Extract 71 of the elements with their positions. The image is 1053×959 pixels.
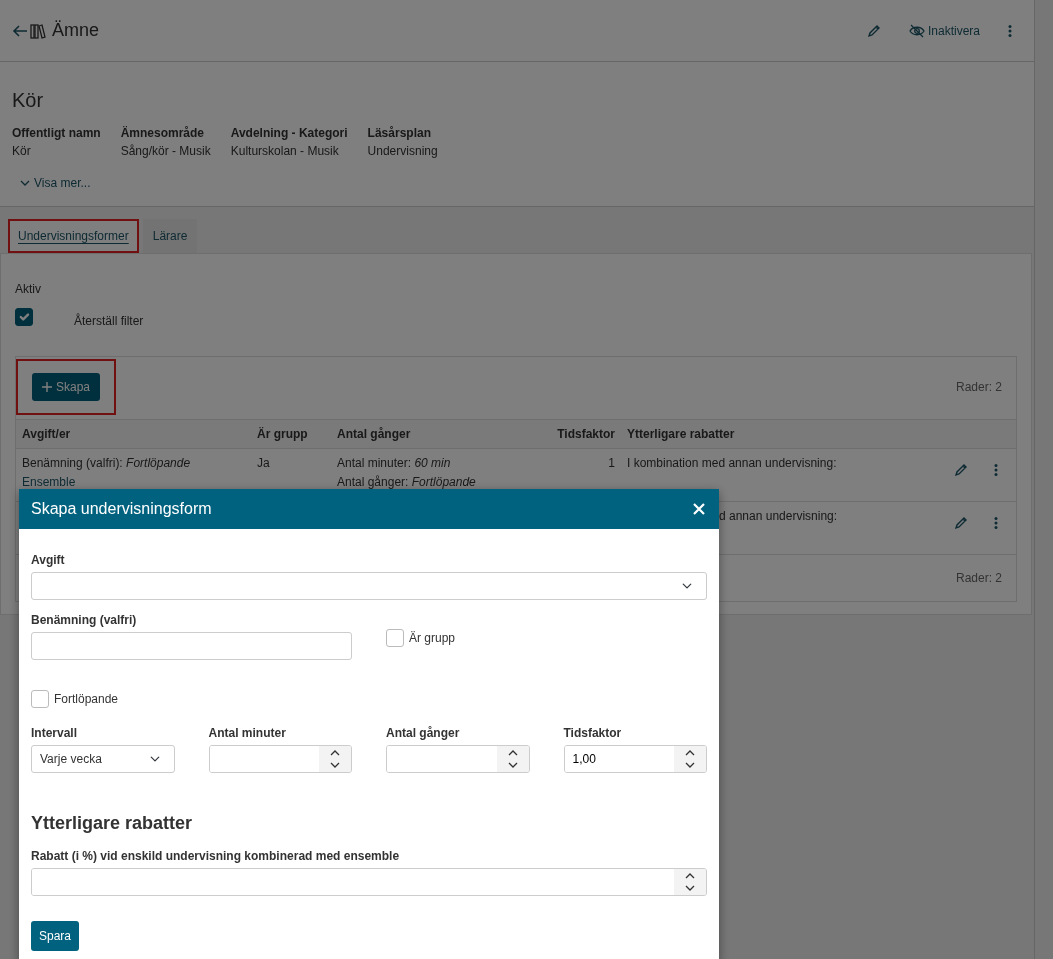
deactivate-button[interactable]: Inaktivera (908, 21, 980, 40)
field-label: Tidsfaktor (563, 725, 623, 742)
spinner-icon (684, 749, 696, 769)
reset-filter-link[interactable]: Återställ filter (74, 312, 144, 330)
number-field[interactable] (386, 745, 530, 773)
select-field[interactable]: Varje vecka (31, 745, 175, 773)
section-heading: Ytterligare rabatter (31, 813, 194, 835)
row-count: Rader: 2 (955, 379, 1002, 396)
column-header: Antal gånger (331, 419, 541, 449)
plus-icon (42, 382, 52, 392)
eye-slash-icon (908, 23, 925, 38)
table-cell: 1 (608, 456, 615, 470)
group-checkbox[interactable] (386, 629, 404, 647)
checkbox-label: Fortlöpande (54, 691, 119, 708)
create-button[interactable]: Skapa (32, 373, 101, 401)
pencil-icon (866, 23, 881, 38)
close-button[interactable] (691, 501, 707, 517)
fee-link[interactable]: Ensemble (22, 474, 76, 491)
back-arrow-icon (12, 23, 28, 38)
row-menu-button[interactable] (992, 514, 1000, 532)
active-checkbox[interactable] (15, 308, 33, 326)
row-menu-button[interactable] (992, 461, 1000, 479)
text-field[interactable] (31, 632, 352, 660)
column-header: Avgift/er (16, 419, 251, 449)
column-header: Tidsfaktor (541, 419, 621, 449)
row-count: Rader: 2 (955, 570, 1002, 587)
pencil-icon (954, 463, 968, 477)
field-label: Avdelning - Kategori (230, 125, 348, 142)
field-label: Antal gånger (386, 725, 461, 742)
table-cell-text: Antal gånger: Fortlöpande (337, 474, 477, 491)
field-value: Undervisning (367, 143, 438, 160)
column-header: Ytterligare rabatter (621, 419, 946, 449)
table-cell-text: Benämning (valfri): Fortlöpande (22, 456, 192, 472)
column-header: Är grupp (251, 419, 331, 449)
field-value: Kulturskolan - Musik (230, 143, 340, 160)
checkbox-label: Är grupp (409, 630, 456, 647)
field-label: Benämning (valfri) (31, 612, 138, 629)
table-cell: d annan undervisning: (719, 509, 838, 525)
number-field[interactable]: 1,00 (563, 745, 707, 773)
more-icon (1008, 23, 1012, 38)
field-label: Antal minuter (208, 725, 287, 742)
tab[interactable]: Lärare (142, 219, 198, 253)
dialog-title: Skapa undervisningsform (31, 499, 212, 519)
pencil-icon (954, 516, 968, 530)
more-icon (994, 516, 998, 530)
select-field[interactable] (31, 572, 707, 600)
show-more-link[interactable]: Visa mer... (20, 174, 91, 192)
field-label: Intervall (31, 725, 79, 742)
ongoing-checkbox[interactable] (31, 690, 49, 708)
tab[interactable]: Undervisningsformer (8, 219, 139, 253)
close-icon (693, 503, 705, 515)
chevron-down-icon (20, 179, 30, 187)
field-label: Ämnesområde (120, 125, 206, 142)
page-title: Ämne (52, 19, 100, 42)
field-value: Kör (12, 143, 32, 160)
spinner-icon (329, 749, 341, 769)
spinner-icon (506, 749, 519, 769)
field-label: Offentligt namn (12, 125, 101, 142)
field-label: Rabatt (i %) vid enskild undervisning kombinerad med ensemble (31, 847, 401, 865)
field-label: Avgift (31, 552, 66, 569)
more-icon (994, 463, 998, 477)
books-icon (30, 22, 46, 39)
table-cell-text: Antal minuter: 60 min (337, 456, 452, 472)
number-field[interactable] (208, 745, 352, 773)
spinner-icon (684, 871, 696, 892)
subject-name: Kör (12, 88, 45, 112)
table-cell: I kombination med annan undervisning: (627, 456, 837, 470)
field-label: Läsårsplan (367, 125, 432, 142)
save-button[interactable]: Spara (31, 920, 80, 951)
filter-label: Aktiv (15, 281, 42, 298)
table-cell: Ja (257, 456, 270, 470)
